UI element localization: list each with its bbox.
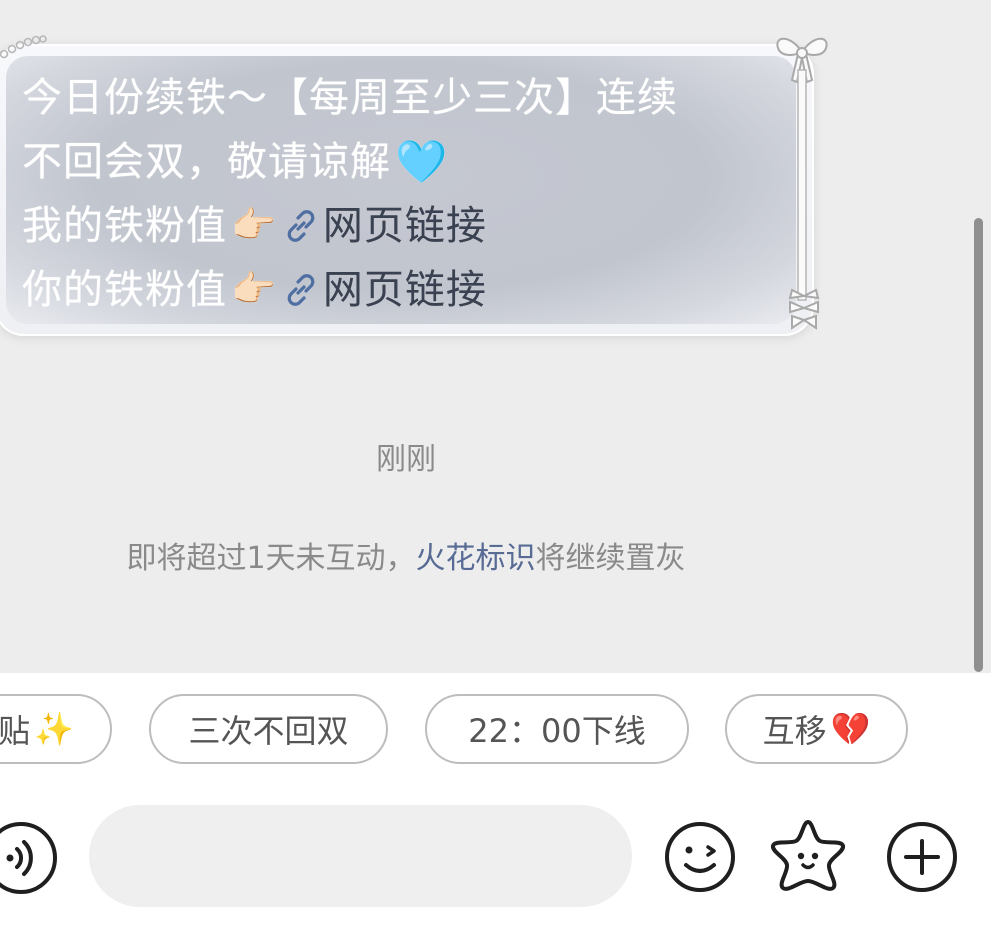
bead-chain-decoration [0, 35, 47, 59]
quick-reply-chip[interactable]: 互移 💔 [725, 694, 908, 764]
quick-reply-label: 22：00下线 [468, 712, 646, 750]
pointing-hand-icon: 👉🏻 [231, 205, 277, 246]
quick-reply-chip[interactable]: 三次不回双 [149, 694, 388, 764]
message-timestamp: 刚刚 [376, 442, 436, 477]
ribbon-knot-decoration [788, 288, 820, 330]
bottom-panel: 贴 ✨ 三次不回双 22：00下线 互移 💔 [0, 673, 991, 935]
quick-reply-label: 三次不回双 [188, 712, 349, 750]
spark-badge-link[interactable]: 火花标识 [416, 541, 536, 576]
sparkles-icon: ✨ [34, 710, 74, 748]
voice-icon[interactable] [0, 821, 58, 895]
interaction-notice: 即将超过1天未互动，火花标识将继续置灰 [0, 533, 812, 577]
your-fan-value-link[interactable]: 网页链接 [323, 258, 487, 322]
message-line-3: 我的铁粉值 👉🏻 网页链接 [22, 194, 772, 258]
message-line-2: 不回会双，敬请谅解 🩵 [22, 130, 772, 194]
my-fan-value-link[interactable]: 网页链接 [323, 194, 487, 258]
chat-screen: 今日份续铁～【每周至少三次】连续 不回会双，敬请谅解 🩵 我的铁粉值 👉🏻 网页… [0, 0, 991, 935]
your-fan-value-label: 你的铁粉值 [22, 267, 227, 313]
scrollbar[interactable] [974, 218, 983, 672]
quick-reply-chip[interactable]: 贴 ✨ [0, 694, 112, 764]
sticker-star-icon[interactable] [770, 816, 846, 894]
message-text: 今日份续铁～【每周至少三次】连续 不回会双，敬请谅解 🩵 我的铁粉值 👉🏻 网页… [22, 66, 772, 322]
quick-reply-label: 互移 [762, 712, 827, 750]
emoji-face-icon[interactable] [664, 821, 736, 893]
message-line-4: 你的铁粉值 👉🏻 网页链接 [22, 258, 772, 322]
link-icon [287, 210, 315, 242]
ribbon-decoration [797, 69, 807, 301]
notice-text-after: 将继续置灰 [535, 541, 686, 576]
message-line-1: 今日份续铁～【每周至少三次】连续 [22, 66, 772, 130]
link-icon [287, 274, 315, 306]
broken-heart-icon: 💔 [830, 710, 871, 748]
quick-reply-label: 贴 [0, 712, 31, 750]
notice-text-before: 即将超过1天未互动， [126, 541, 416, 576]
light-blue-heart-icon: 🩵 [395, 137, 449, 186]
message-input[interactable] [89, 805, 632, 907]
quick-reply-chip[interactable]: 22：00下线 [425, 694, 689, 764]
plus-icon[interactable] [886, 821, 958, 893]
pointing-hand-icon: 👉🏻 [231, 269, 277, 310]
message-line-2-text: 不回会双，敬请谅解 [22, 139, 391, 185]
message-line-1-text: 今日份续铁～【每周至少三次】连续 [22, 75, 678, 121]
message-list[interactable]: 今日份续铁～【每周至少三次】连续 不回会双，敬请谅解 🩵 我的铁粉值 👉🏻 网页… [0, 0, 991, 673]
my-fan-value-label: 我的铁粉值 [22, 203, 227, 249]
